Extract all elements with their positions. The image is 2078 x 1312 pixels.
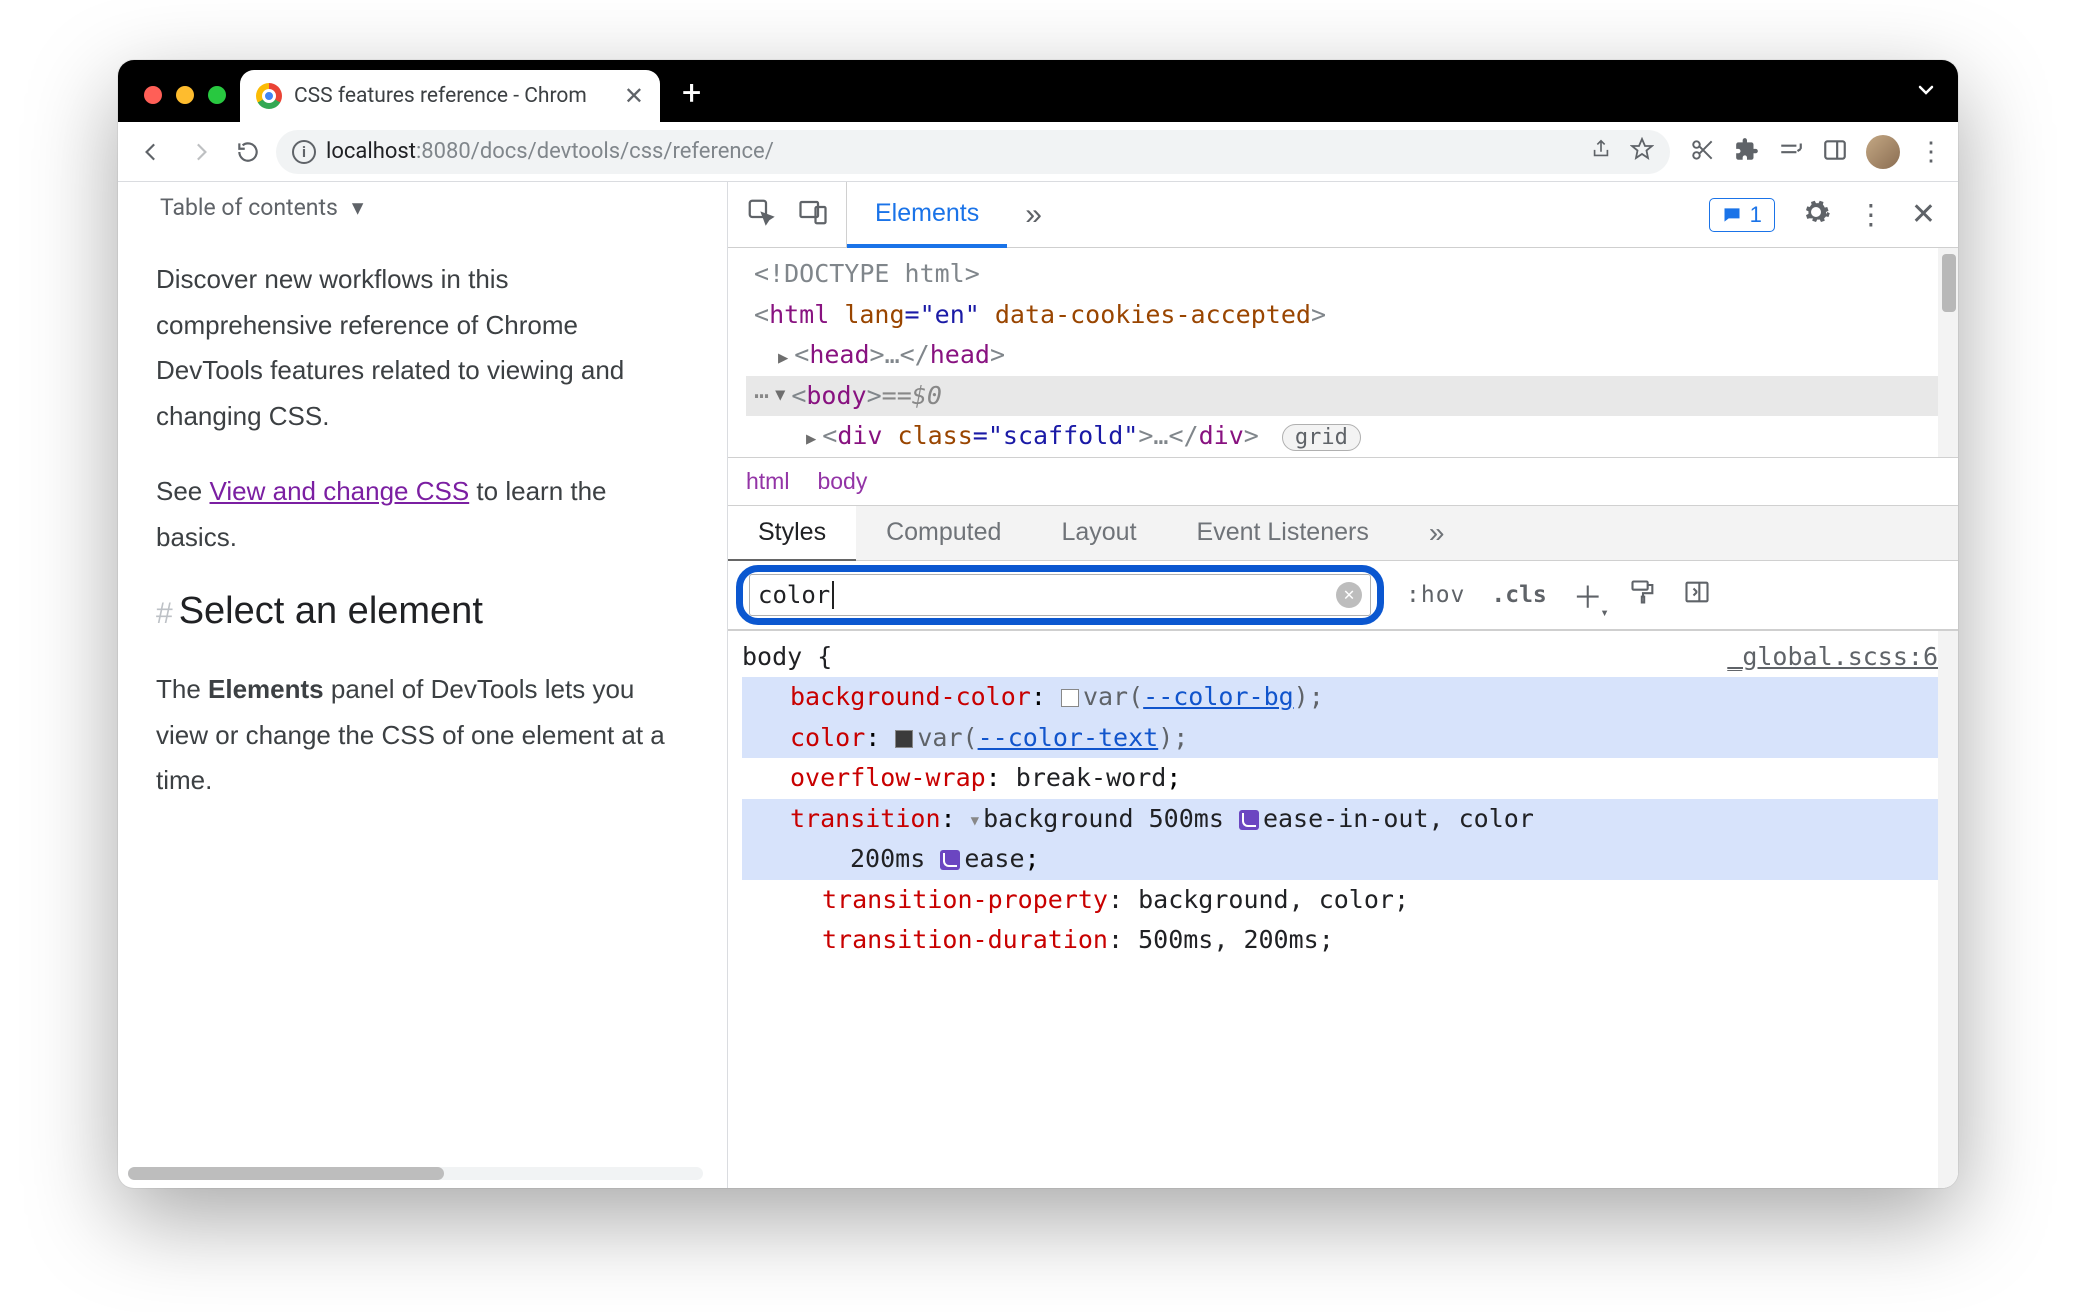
address-bar[interactable]: i localhost:8080/docs/devtools/css/refer…	[276, 130, 1670, 174]
styles-subtabs: Styles Computed Layout Event Listeners »	[728, 505, 1958, 561]
browser-menu-icon[interactable]: ⋮	[1918, 137, 1944, 167]
filter-value: color	[758, 581, 830, 609]
tab-strip: CSS features reference - Chrom ✕ +	[118, 60, 1958, 122]
window-controls	[134, 86, 240, 122]
settings-gear-icon[interactable]	[1801, 197, 1831, 232]
site-info-icon[interactable]: i	[292, 140, 316, 164]
decl-transition-line2[interactable]: 200ms ease;	[742, 839, 1938, 880]
collapse-triangle-icon[interactable]: ▼	[775, 382, 791, 410]
easing-swatch-icon[interactable]	[1239, 810, 1259, 830]
extensions-icon[interactable]	[1734, 137, 1760, 167]
browser-window: CSS features reference - Chrom ✕ + i loc…	[118, 60, 1958, 1188]
browser-tab[interactable]: CSS features reference - Chrom ✕	[240, 70, 660, 122]
expand-shorthand-icon[interactable]: ▼	[971, 813, 979, 829]
new-style-rule-icon[interactable]: ＋▾	[1573, 573, 1603, 617]
dom-tree[interactable]: <!DOCTYPE html> <html lang="en" data-coo…	[728, 248, 1958, 457]
device-toolbar-icon[interactable]	[798, 197, 828, 232]
expand-triangle-icon[interactable]: ▶	[778, 348, 794, 368]
cls-toggle[interactable]: .cls	[1491, 582, 1546, 608]
css-rules[interactable]: body { _global.scss:6 background-color: …	[728, 631, 1958, 961]
profile-avatar[interactable]	[1866, 135, 1900, 169]
anchor-hash-icon[interactable]: #	[156, 597, 173, 630]
intro-paragraph: Discover new workflows in this comprehen…	[156, 257, 687, 439]
maximize-window-button[interactable]	[208, 86, 226, 104]
doctype-node: <!DOCTYPE html>	[754, 259, 980, 288]
share-icon[interactable]	[1590, 138, 1612, 166]
tab-elements[interactable]: Elements	[847, 182, 1007, 248]
body-node-selected[interactable]: ⋯ ▼ <body> == $0	[746, 376, 1958, 417]
browser-toolbar: i localhost:8080/docs/devtools/css/refer…	[118, 122, 1958, 182]
crumb-body[interactable]: body	[817, 468, 867, 495]
styles-scrollbar[interactable]	[1938, 631, 1958, 1189]
tab-title: CSS features reference - Chrom	[294, 84, 587, 108]
scissors-icon[interactable]	[1690, 137, 1716, 167]
subtab-layout[interactable]: Layout	[1031, 506, 1166, 560]
section-heading: #Select an element	[156, 590, 687, 633]
subtabs-overflow-icon[interactable]: »	[1399, 506, 1475, 560]
dom-breadcrumb: html body	[728, 457, 1958, 505]
close-devtools-icon[interactable]: ✕	[1911, 197, 1936, 232]
rule-source-link[interactable]: _global.scss:6	[1727, 637, 1938, 678]
easing-swatch-icon[interactable]	[940, 850, 960, 870]
page-content: Table of contents ▾ Discover new workflo…	[118, 182, 728, 1188]
decl-transition[interactable]: transition: ▼background 500ms ease-in-ou…	[742, 799, 1938, 840]
close-tab-icon[interactable]: ✕	[624, 82, 644, 110]
console-messages-badge[interactable]: 1	[1709, 198, 1775, 232]
subtab-event-listeners[interactable]: Event Listeners	[1167, 506, 1399, 560]
toc-toggle[interactable]: Table of contents ▾	[160, 194, 687, 221]
close-window-button[interactable]	[144, 86, 162, 104]
clear-filter-icon[interactable]: ✕	[1336, 582, 1362, 608]
devtools-panel: Elements » 1 ⋮ ✕ <!DOCTYPE html>	[728, 182, 1958, 1188]
styles-filter-row: color ✕ :hov .cls ＋▾	[728, 561, 1958, 631]
decl-overflow-wrap[interactable]: overflow-wrap: break-word;	[742, 758, 1938, 799]
ellipsis-icon[interactable]: ⋯	[754, 376, 775, 417]
reload-button[interactable]	[228, 132, 268, 172]
subtab-styles[interactable]: Styles	[728, 506, 856, 561]
favicon-chrome-icon	[256, 83, 282, 109]
tabs-dropdown-icon[interactable]	[1914, 78, 1958, 122]
dom-scrollbar[interactable]	[1938, 248, 1958, 457]
subtab-computed[interactable]: Computed	[856, 506, 1031, 560]
html-node[interactable]: <html lang="en" data-cookies-accepted>	[746, 295, 1958, 336]
devtools-menu-icon[interactable]: ⋮	[1857, 198, 1885, 231]
tabs-overflow-icon[interactable]: »	[1007, 182, 1060, 247]
color-swatch-icon[interactable]	[1061, 689, 1079, 707]
new-tab-button[interactable]: +	[660, 76, 723, 122]
url-host: localhost:8080/docs/devtools/css/referen…	[326, 139, 774, 164]
toc-label: Table of contents	[160, 194, 338, 221]
elements-paragraph: The Elements panel of DevTools lets you …	[156, 667, 687, 804]
see-paragraph: See View and change CSS to learn the bas…	[156, 469, 687, 560]
content-area: Table of contents ▾ Discover new workflo…	[118, 182, 1958, 1188]
filter-highlight: color ✕	[736, 565, 1384, 625]
media-icon[interactable]	[1778, 137, 1804, 167]
div-scaffold-node[interactable]: ▶<div class="scaffold">…</div> grid	[746, 416, 1958, 457]
minimize-window-button[interactable]	[176, 86, 194, 104]
color-swatch-icon[interactable]	[895, 730, 913, 748]
decl-transition-duration[interactable]: transition-duration: 500ms, 200ms;	[742, 920, 1938, 961]
grid-badge[interactable]: grid	[1282, 424, 1361, 451]
devtools-tabstrip: Elements » 1 ⋮ ✕	[728, 182, 1958, 248]
chevron-down-icon: ▾	[352, 194, 364, 221]
side-panel-icon[interactable]	[1822, 137, 1848, 167]
text-caret	[832, 581, 834, 609]
decl-transition-property[interactable]: transition-property: background, color;	[742, 880, 1938, 921]
forward-button[interactable]	[180, 132, 220, 172]
paint-format-icon[interactable]	[1629, 578, 1657, 612]
decl-color[interactable]: color: var(--color-text);	[742, 718, 1938, 759]
computed-sidebar-icon[interactable]	[1683, 578, 1711, 612]
head-node[interactable]: ▶<head>…</head>	[746, 335, 1958, 376]
bookmark-icon[interactable]	[1630, 137, 1654, 167]
horizontal-scrollbar[interactable]	[128, 1167, 703, 1180]
hov-toggle[interactable]: :hov	[1406, 582, 1465, 608]
styles-filter-input[interactable]: color ✕	[749, 574, 1371, 616]
back-button[interactable]	[132, 132, 172, 172]
rule-selector[interactable]: body {	[742, 637, 832, 678]
view-change-css-link[interactable]: View and change CSS	[210, 476, 470, 506]
expand-triangle-icon[interactable]: ▶	[806, 429, 822, 449]
decl-background-color[interactable]: background-color: var(--color-bg);	[742, 677, 1938, 718]
inspect-element-icon[interactable]	[746, 197, 776, 232]
crumb-html[interactable]: html	[746, 468, 789, 495]
